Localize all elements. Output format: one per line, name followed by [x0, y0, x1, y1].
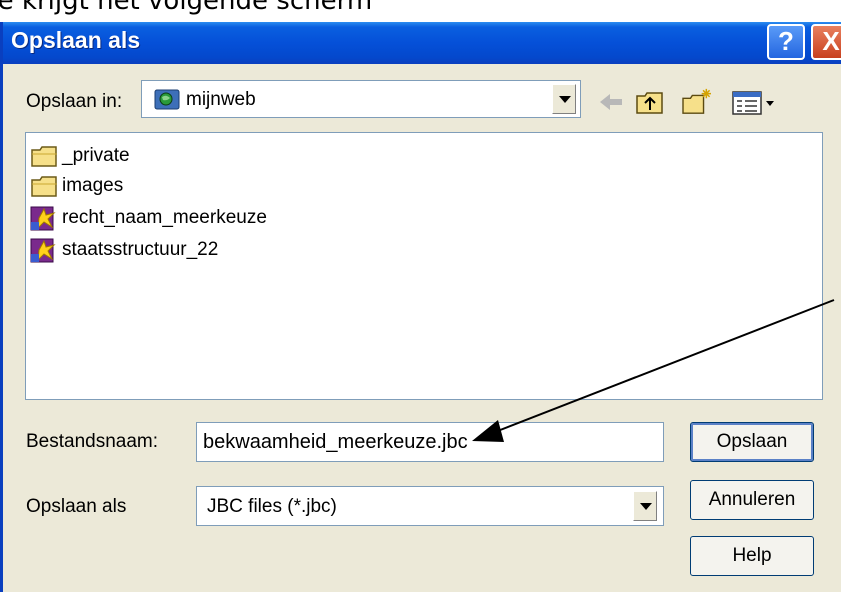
folder-icon	[31, 146, 57, 167]
filename-label: Bestandsnaam:	[26, 431, 159, 452]
folder-icon	[31, 176, 57, 197]
back-arrow-icon[interactable]	[596, 88, 626, 116]
filetype-label: Opslaan als	[26, 496, 127, 517]
list-item[interactable]: images	[30, 171, 123, 201]
file-list[interactable]: _private images recht_naam_meerkeuze sta…	[25, 132, 823, 400]
filetype-dropdown-button[interactable]	[633, 491, 657, 521]
lookin-dropdown-button[interactable]	[552, 84, 576, 114]
file-name: staatsstructuur_22	[62, 239, 219, 260]
help-title-button[interactable]: ?	[767, 24, 805, 60]
filetype-value: JBC files (*.jbc)	[207, 496, 337, 517]
help-button[interactable]: Help	[690, 536, 814, 576]
file-name: images	[62, 175, 124, 196]
lookin-combo[interactable]: mijnweb	[141, 80, 581, 118]
up-folder-icon[interactable]	[634, 88, 666, 116]
filetype-select[interactable]: JBC files (*.jbc)	[196, 486, 664, 526]
save-button[interactable]: Opslaan	[690, 422, 814, 462]
list-item[interactable]: _private	[30, 141, 130, 171]
file-name: _private	[62, 145, 130, 166]
dialog-title: Opslaan als	[11, 27, 141, 53]
list-item[interactable]: recht_naam_meerkeuze	[30, 203, 267, 233]
caption-text: Je krijgt het volgende scherm	[0, 0, 373, 16]
close-button[interactable]: X	[811, 24, 841, 60]
title-bar[interactable]: Opslaan als ? X	[3, 22, 841, 64]
new-folder-icon[interactable]	[680, 88, 714, 116]
view-menu-icon[interactable]	[730, 88, 778, 116]
jbc-file-icon	[30, 238, 56, 263]
file-name: recht_naam_meerkeuze	[62, 207, 267, 228]
lookin-label: Opslaan in:	[26, 91, 123, 112]
web-folder-icon	[154, 89, 180, 110]
jbc-file-icon	[30, 206, 56, 231]
cancel-button[interactable]: Annuleren	[690, 480, 814, 520]
list-item[interactable]: staatsstructuur_22	[30, 235, 218, 265]
filename-input[interactable]: bekwaamheid_meerkeuze.jbc	[196, 422, 664, 462]
lookin-value: mijnweb	[186, 89, 256, 110]
